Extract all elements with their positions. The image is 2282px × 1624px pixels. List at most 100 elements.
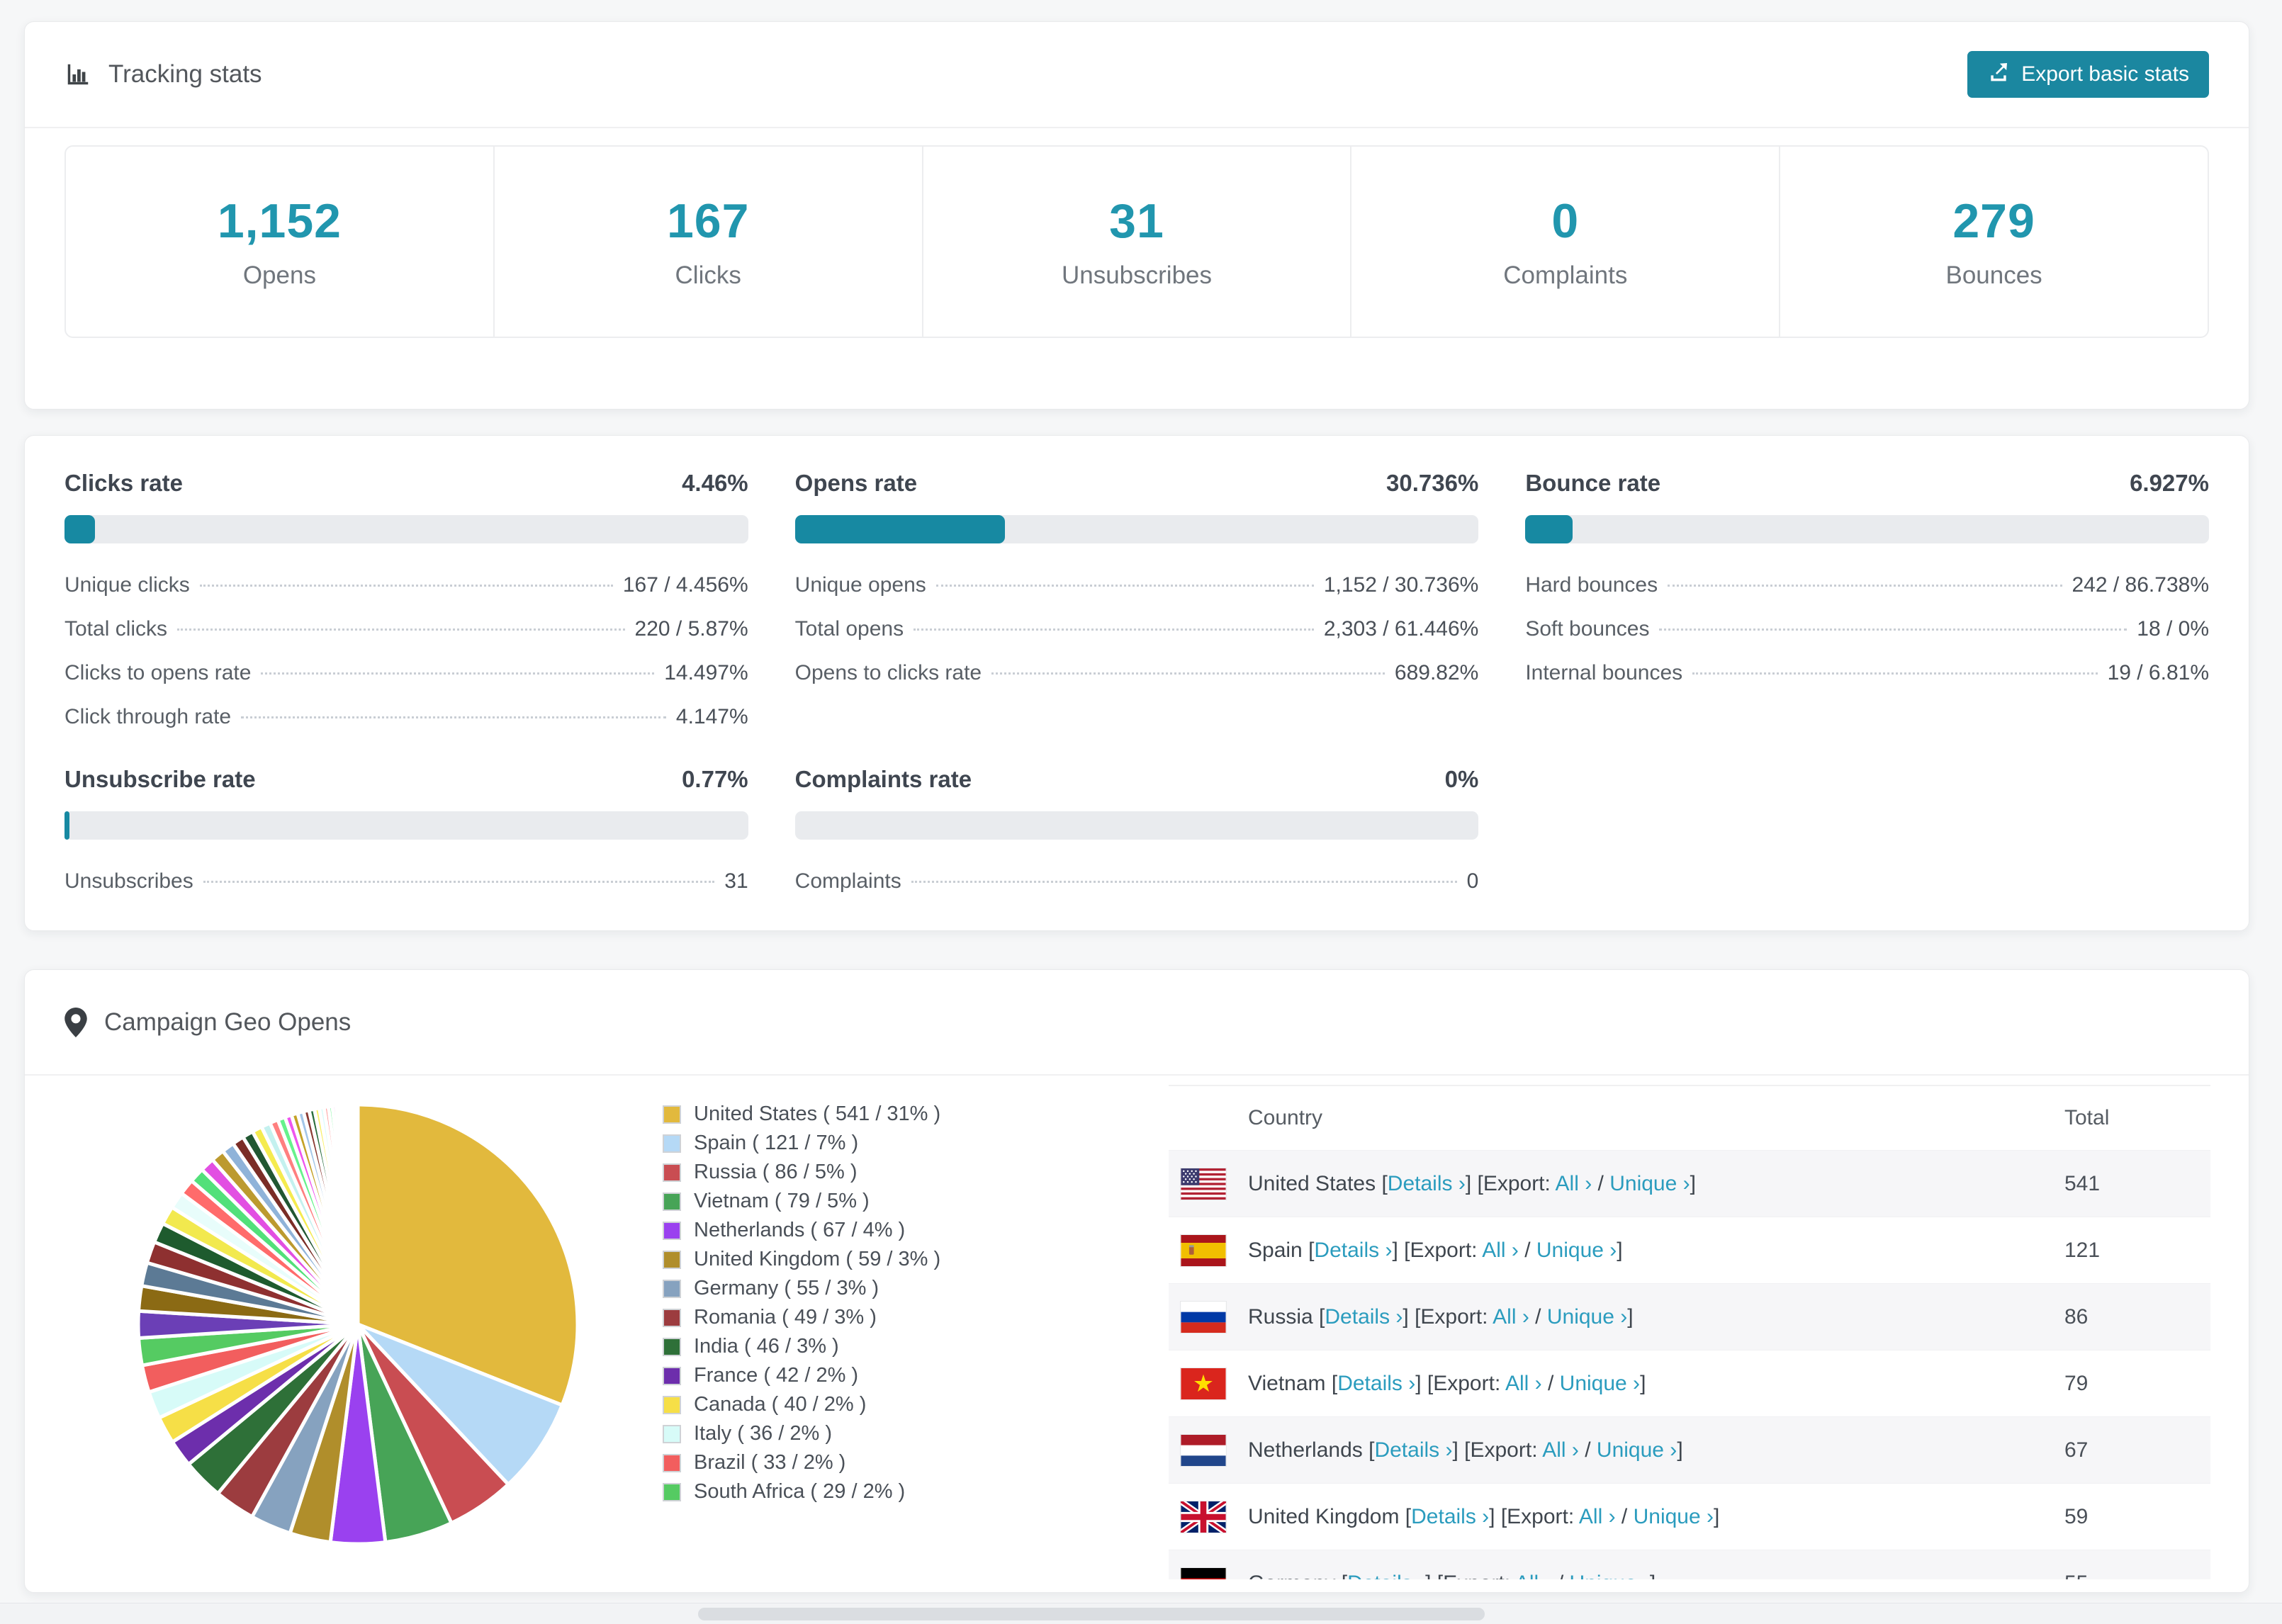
- legend-label: Canada ( 40 / 2% ): [694, 1393, 867, 1416]
- slash: /: [1529, 1304, 1547, 1329]
- legend-item: South Africa ( 29 / 2% ): [663, 1477, 940, 1506]
- bar-chart-icon: [64, 61, 91, 88]
- legend-color-swatch: [663, 1250, 681, 1269]
- legend-label: Vietnam ( 79 / 5% ): [694, 1190, 870, 1212]
- bracket: [: [1331, 1371, 1338, 1395]
- rate-detail-value: 689.82%: [1394, 661, 1479, 684]
- flag-vn-icon: [1180, 1367, 1248, 1400]
- bracket: ]: [1617, 1238, 1623, 1262]
- export-all-link[interactable]: All ›: [1505, 1372, 1542, 1395]
- horizontal-scrollbar-thumb[interactable]: [698, 1608, 1485, 1620]
- rate-value: 6.927%: [2130, 470, 2209, 496]
- slash: /: [1518, 1238, 1536, 1262]
- slash: /: [1615, 1504, 1634, 1528]
- flag-de-icon: [1180, 1567, 1248, 1579]
- export-unique-link[interactable]: Unique ›: [1536, 1239, 1617, 1262]
- rate-detail-value: 1,152 / 30.736%: [1323, 573, 1479, 597]
- export-all-link[interactable]: All ›: [1579, 1505, 1616, 1528]
- total-cell: 67: [2064, 1438, 2089, 1462]
- dotted-leader: [261, 672, 655, 675]
- campaign-geo-opens-card: Campaign Geo Opens United States ( 541 /…: [24, 969, 2249, 1593]
- rate-value: 0%: [1444, 766, 1479, 792]
- rate-detail-row: Unique clicks 167 / 4.456%: [64, 573, 748, 597]
- legend-item: Italy ( 36 / 2% ): [663, 1419, 940, 1448]
- dotted-leader: [991, 672, 1385, 675]
- slash: /: [1592, 1171, 1610, 1195]
- legend-item: India ( 46 / 3% ): [663, 1332, 940, 1361]
- flag-es-icon: [1180, 1234, 1248, 1267]
- legend-item: Vietnam ( 79 / 5% ): [663, 1187, 940, 1216]
- legend-item: Canada ( 40 / 2% ): [663, 1390, 940, 1419]
- export-all-link[interactable]: All ›: [1556, 1172, 1592, 1195]
- rate-detail-value: 14.497%: [664, 661, 748, 684]
- rates-grid: Clicks rate 4.46% Unique clicks 167 / 4.456…: [25, 436, 2249, 893]
- stat-label: Opens: [242, 261, 316, 289]
- export-unique-link[interactable]: Unique ›: [1560, 1372, 1640, 1395]
- table-row: Spain [Details ›] [Export: All › / Uniqu…: [1169, 1217, 2210, 1283]
- stat-value: 279: [1952, 194, 2035, 248]
- export-unique-link[interactable]: Unique ›: [1609, 1172, 1690, 1195]
- legend-item: Romania ( 49 / 3% ): [663, 1303, 940, 1332]
- rate-detail-label: Total clicks: [64, 617, 168, 641]
- slash: /: [1578, 1438, 1597, 1462]
- map-marker-icon: [64, 1007, 87, 1037]
- legend-label: Romania ( 49 / 3% ): [694, 1306, 877, 1329]
- details-link[interactable]: Details ›: [1337, 1372, 1415, 1395]
- bracket: ]: [1640, 1371, 1646, 1395]
- rate-detail-list: Unsubscribes 31: [64, 869, 748, 893]
- tracking-stats-card: Tracking stats Export basic stats 1,152 O…: [24, 21, 2249, 410]
- legend-label: Germany ( 55 / 3% ): [694, 1277, 879, 1299]
- rate-card: Clicks rate 4.46% Unique clicks 167 / 4.456…: [64, 470, 748, 729]
- export-unique-link[interactable]: Unique ›: [1547, 1305, 1627, 1329]
- legend-color-swatch: [663, 1453, 681, 1472]
- export-all-link[interactable]: All ›: [1515, 1572, 1552, 1580]
- details-link[interactable]: Details ›: [1325, 1305, 1403, 1329]
- details-link[interactable]: Details ›: [1374, 1438, 1452, 1462]
- details-link[interactable]: Details ›: [1411, 1505, 1489, 1528]
- export-label: ] [Export:: [1425, 1572, 1515, 1580]
- rate-detail-list: Hard bounces 242 / 86.738% Soft bounces 18 …: [1525, 573, 2209, 685]
- rate-detail-value: 242 / 86.738%: [2072, 573, 2210, 597]
- pie-legend: United States ( 541 / 31% ) Spain ( 121 /…: [663, 1100, 940, 1506]
- rate-detail-row: Internal bounces 19 / 6.81%: [1525, 661, 2209, 685]
- rate-detail-row: Clicks to opens rate 14.497%: [64, 661, 748, 685]
- legend-label: United States ( 541 / 31% ): [694, 1103, 941, 1125]
- export-basic-stats-button[interactable]: Export basic stats: [1967, 51, 2209, 98]
- country-cell: Vietnam [Details ›] [Export: All › / Uni…: [1248, 1372, 2064, 1396]
- rate-card-header: Opens rate 30.736%: [795, 470, 1479, 497]
- flag-gb-icon: [1180, 1500, 1248, 1533]
- progress-bar: [794, 515, 1479, 543]
- legend-item: Netherlands ( 67 / 4% ): [663, 1216, 940, 1245]
- rate-detail-row: Total opens 2,303 / 61.446%: [795, 617, 1479, 641]
- rate-title: Complaints rate: [794, 766, 972, 792]
- legend-color-swatch: [663, 1134, 681, 1153]
- rate-title: Opens rate: [794, 470, 918, 496]
- dotted-leader: [914, 628, 1314, 631]
- rate-card: Bounce rate 6.927% Hard bounces 242 / 86.73…: [1525, 470, 2209, 729]
- geo-pie-chart: [136, 1103, 580, 1546]
- export-unique-link[interactable]: Unique ›: [1570, 1572, 1650, 1580]
- export-all-link[interactable]: All ›: [1482, 1239, 1519, 1262]
- slash: /: [1552, 1572, 1570, 1580]
- dotted-leader: [1692, 672, 2098, 675]
- horizontal-scrollbar-track[interactable]: [0, 1603, 2282, 1624]
- details-link[interactable]: Details ›: [1314, 1239, 1392, 1262]
- export-all-link[interactable]: All ›: [1493, 1305, 1529, 1329]
- dotted-leader: [1668, 585, 2062, 587]
- table-row: Netherlands [Details ›] [Export: All › /…: [1169, 1416, 2210, 1483]
- export-label: ] [Export:: [1415, 1371, 1505, 1395]
- details-link[interactable]: Details ›: [1347, 1572, 1425, 1580]
- details-link[interactable]: Details ›: [1388, 1172, 1466, 1195]
- total-cell: 79: [2064, 1371, 2089, 1395]
- total-cell: 121: [2064, 1238, 2101, 1262]
- rate-detail-value: 18 / 0%: [2137, 617, 2209, 641]
- rates-card: Clicks rate 4.46% Unique clicks 167 / 4.456…: [24, 435, 2249, 931]
- dotted-leader: [203, 881, 715, 883]
- export-all-link[interactable]: All ›: [1542, 1438, 1579, 1462]
- rate-detail-value: 0: [1466, 869, 1479, 893]
- rate-detail-list: Unique opens 1,152 / 30.736% Total opens 2,…: [795, 573, 1479, 685]
- country-cell: United States [Details ›] [Export: All ›…: [1248, 1172, 2064, 1196]
- export-unique-link[interactable]: Unique ›: [1597, 1438, 1677, 1462]
- export-unique-link[interactable]: Unique ›: [1634, 1505, 1714, 1528]
- country-name: Vietnam: [1248, 1371, 1332, 1395]
